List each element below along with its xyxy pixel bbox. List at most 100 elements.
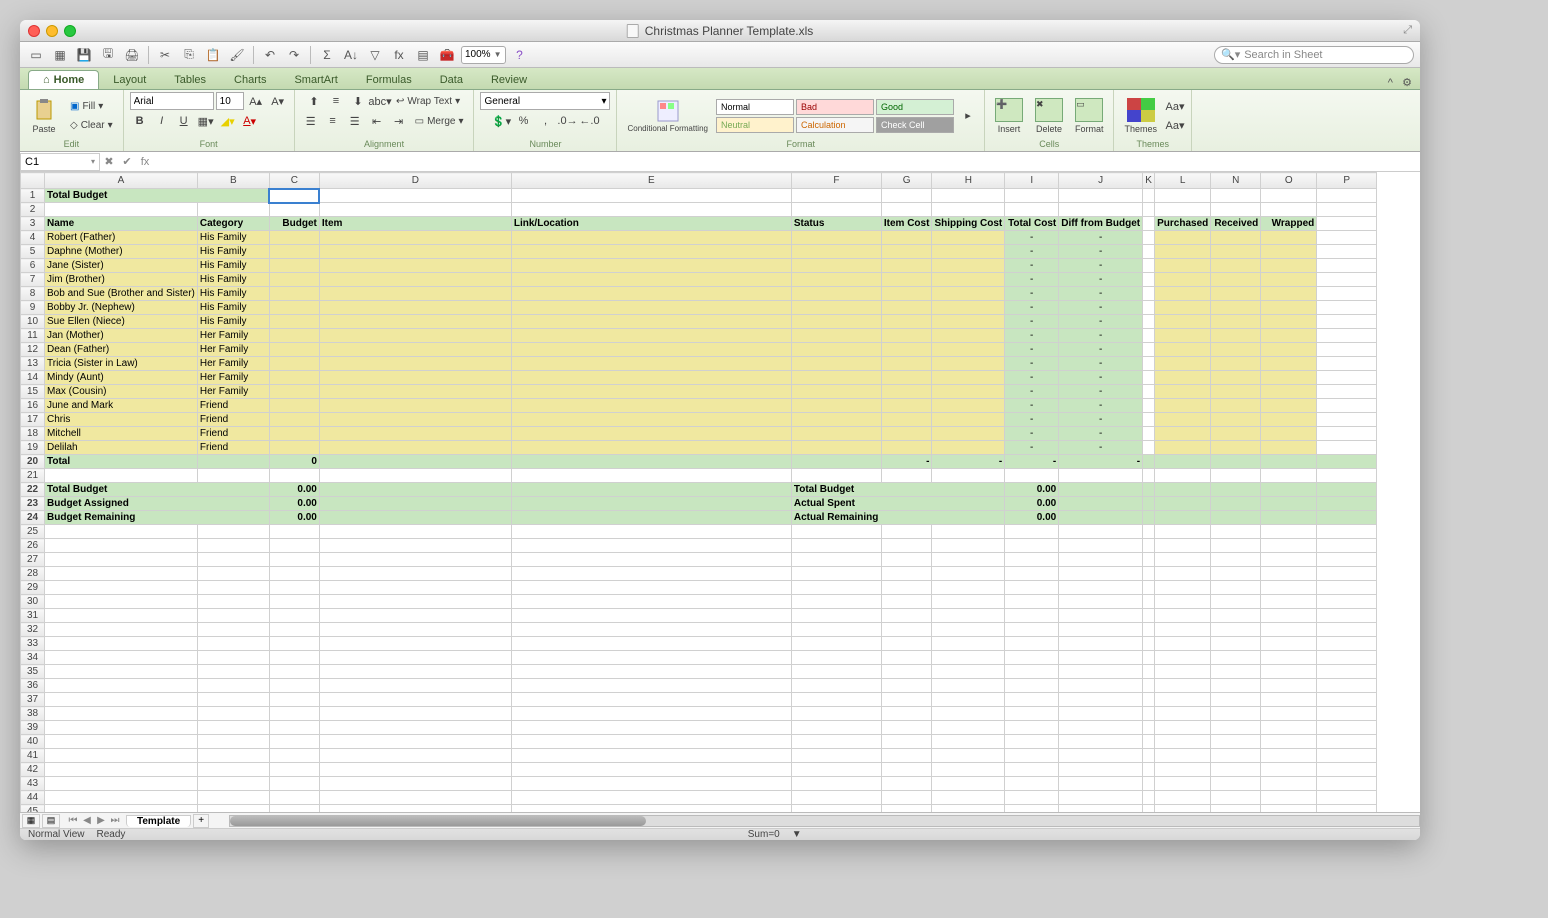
cell[interactable]: Status [791,217,881,231]
clear-button[interactable]: ◇Clear ▾ [66,116,117,134]
cell[interactable] [1317,567,1377,581]
cell[interactable] [511,483,791,497]
cell[interactable] [197,623,269,637]
cell[interactable] [791,609,881,623]
cell[interactable] [1317,721,1377,735]
cell[interactable] [197,763,269,777]
cell[interactable] [269,273,319,287]
cell[interactable] [1317,231,1377,245]
cell[interactable]: Bobby Jr. (Nephew) [45,301,198,315]
cell[interactable] [319,469,511,483]
cell[interactable] [1143,637,1155,651]
cell[interactable] [1005,567,1059,581]
print-icon[interactable]: 🖨 [122,45,142,65]
cell[interactable] [1059,665,1143,679]
cell[interactable] [1005,735,1059,749]
cell[interactable] [791,357,881,371]
cell[interactable]: Category [197,217,269,231]
cell[interactable] [881,735,932,749]
cell[interactable]: Bob and Sue (Brother and Sister) [45,287,198,301]
col-header-B[interactable]: B [197,173,269,189]
cell[interactable] [45,553,198,567]
col-header-P[interactable]: P [1317,173,1377,189]
cell[interactable] [511,623,791,637]
cell[interactable] [269,203,319,217]
cell[interactable] [1143,539,1155,553]
cell[interactable] [197,735,269,749]
cell[interactable] [45,735,198,749]
cell[interactable] [1155,245,1211,259]
cell[interactable] [1317,581,1377,595]
cell[interactable]: 0.00 [1005,497,1059,511]
cell[interactable] [1317,679,1377,693]
cell[interactable] [1211,539,1261,553]
cell[interactable] [1317,441,1377,455]
cell[interactable] [932,707,1005,721]
cell[interactable] [932,595,1005,609]
cell[interactable] [45,203,198,217]
cell[interactable] [932,651,1005,665]
cell[interactable] [932,679,1005,693]
cell[interactable] [1059,595,1143,609]
cell[interactable] [1155,483,1211,497]
cell[interactable]: Total Budget [45,189,270,203]
cell[interactable] [881,763,932,777]
cell[interactable] [932,301,1005,315]
cell[interactable] [881,399,932,413]
row-header[interactable]: 40 [21,735,45,749]
row-header[interactable]: 31 [21,609,45,623]
cell[interactable] [269,287,319,301]
cell[interactable] [791,427,881,441]
cut-icon[interactable]: ✂ [155,45,175,65]
cell[interactable] [1005,805,1059,813]
cell[interactable] [197,665,269,679]
cell[interactable] [269,637,319,651]
formula-input[interactable] [154,153,1420,171]
cell[interactable]: Total Budget [791,483,1004,497]
cell[interactable] [1005,553,1059,567]
cell[interactable] [1261,245,1317,259]
cell[interactable]: Actual Spent [791,497,1004,511]
cell[interactable] [511,777,791,791]
col-header-K[interactable]: K [1143,173,1155,189]
cell[interactable] [1155,539,1211,553]
cell[interactable] [932,371,1005,385]
last-sheet-icon[interactable]: ⏭ [108,815,122,826]
comma-icon[interactable]: , [535,112,555,130]
cell[interactable] [791,623,881,637]
cell[interactable] [1211,399,1261,413]
cell[interactable] [1155,511,1211,525]
row-header[interactable]: 11 [21,329,45,343]
cell[interactable]: - [1005,371,1059,385]
cell[interactable]: Chris [45,413,198,427]
cell[interactable]: His Family [197,287,269,301]
cell[interactable] [1211,763,1261,777]
cell[interactable] [1059,483,1143,497]
cell[interactable]: - [1059,329,1143,343]
cell[interactable] [1005,721,1059,735]
cell[interactable] [791,805,881,813]
cell[interactable]: - [1005,259,1059,273]
cell[interactable] [1143,343,1155,357]
cell[interactable] [791,189,881,203]
cell[interactable] [1261,651,1317,665]
font-color-button[interactable]: A▾ [240,112,260,130]
cell[interactable]: - [1005,357,1059,371]
cell[interactable] [881,231,932,245]
cell[interactable] [1211,441,1261,455]
cell[interactable] [932,343,1005,357]
cell[interactable] [319,665,511,679]
cell[interactable] [511,231,791,245]
cell[interactable] [881,693,932,707]
cell[interactable] [1155,735,1211,749]
cell[interactable] [319,413,511,427]
cell[interactable] [1143,231,1155,245]
cell[interactable] [511,413,791,427]
cell[interactable]: Friend [197,399,269,413]
cell[interactable] [1155,693,1211,707]
cell[interactable] [1261,567,1317,581]
row-header[interactable]: 41 [21,749,45,763]
cell[interactable] [791,315,881,329]
cell[interactable] [1155,623,1211,637]
cell[interactable] [791,665,881,679]
